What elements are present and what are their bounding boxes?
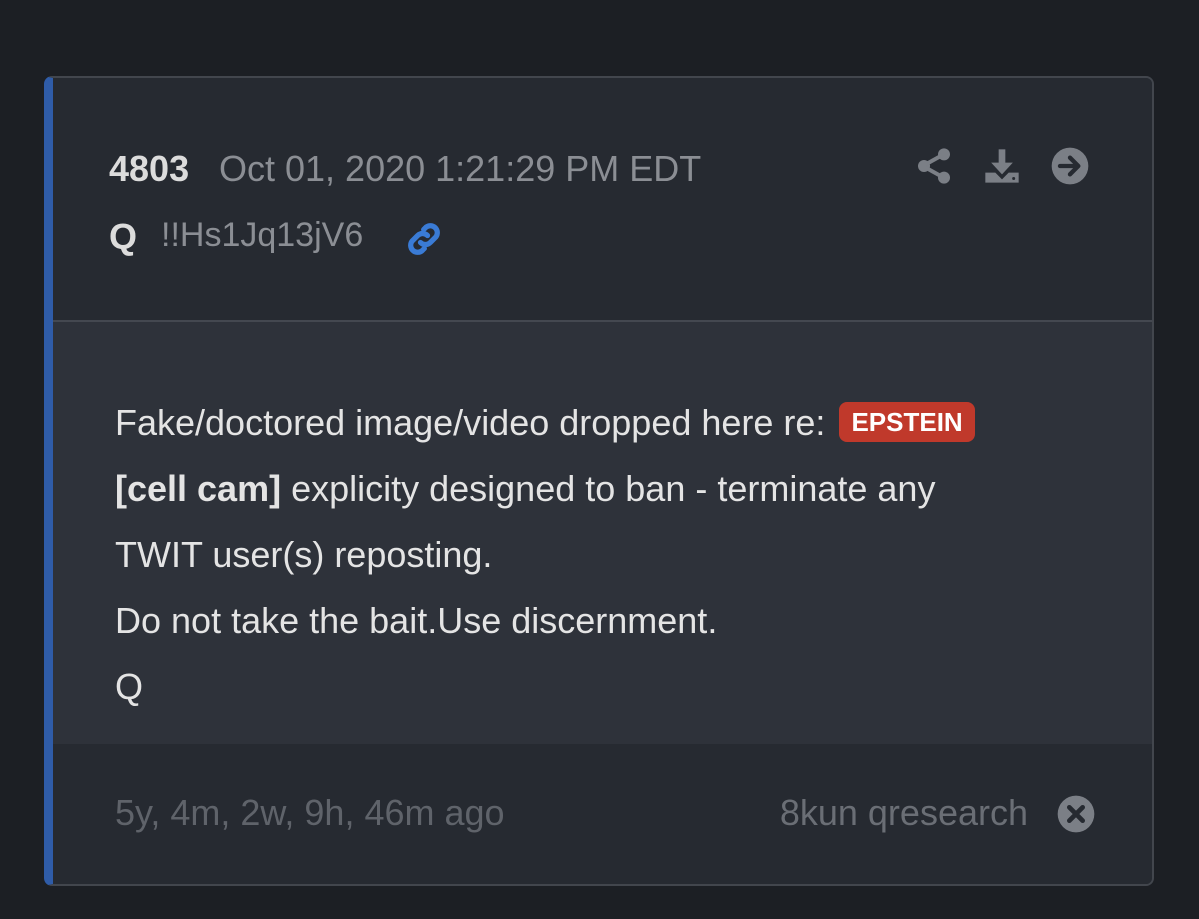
post-tripcode: !!Hs1Jq13jV6: [161, 216, 364, 254]
post-body: Fake/doctored image/video dropped here r…: [53, 322, 1152, 746]
share-icon[interactable]: [914, 146, 954, 186]
post-message: Fake/doctored image/video dropped here r…: [115, 390, 1092, 720]
message-line-3: TWIT user(s) reposting.: [115, 534, 493, 575]
message-line-4: Do not take the bait.Use discernment.: [115, 600, 718, 641]
arrow-right-circle-icon[interactable]: [1050, 146, 1090, 186]
link-icon[interactable]: [403, 218, 445, 260]
message-line-2: [cell cam] explicity designed to ban - t…: [115, 456, 1092, 522]
post-author: Q: [109, 216, 138, 257]
message-bold-text: [cell cam]: [115, 468, 282, 509]
close-icon[interactable]: [1056, 794, 1096, 834]
post-card: 4803 Oct 01, 2020 1:21:29 PM EDT Q !!Hs1…: [44, 76, 1154, 886]
message-text: explicity designed to ban - terminate an…: [281, 468, 936, 509]
post-number[interactable]: 4803: [109, 148, 189, 190]
post-source: 8kun qresearch: [779, 792, 1028, 833]
message-signature: Q: [115, 666, 144, 707]
header-actions: [914, 146, 1090, 186]
post-footer: 5y, 4m, 2w, 9h, 46m ago 8kun qresearch: [53, 744, 1152, 884]
post-date: Oct 01, 2020 1:21:29 PM EDT: [219, 148, 702, 189]
message-line-1: Fake/doctored image/video dropped here r…: [115, 390, 1092, 456]
epstein-tag[interactable]: EPSTEIN: [839, 402, 975, 442]
download-icon[interactable]: [982, 146, 1022, 186]
time-ago: 5y, 4m, 2w, 9h, 46m ago: [115, 792, 505, 833]
message-text: Fake/doctored image/video dropped here r…: [115, 402, 826, 443]
post-header: 4803 Oct 01, 2020 1:21:29 PM EDT Q !!Hs1…: [53, 78, 1152, 322]
